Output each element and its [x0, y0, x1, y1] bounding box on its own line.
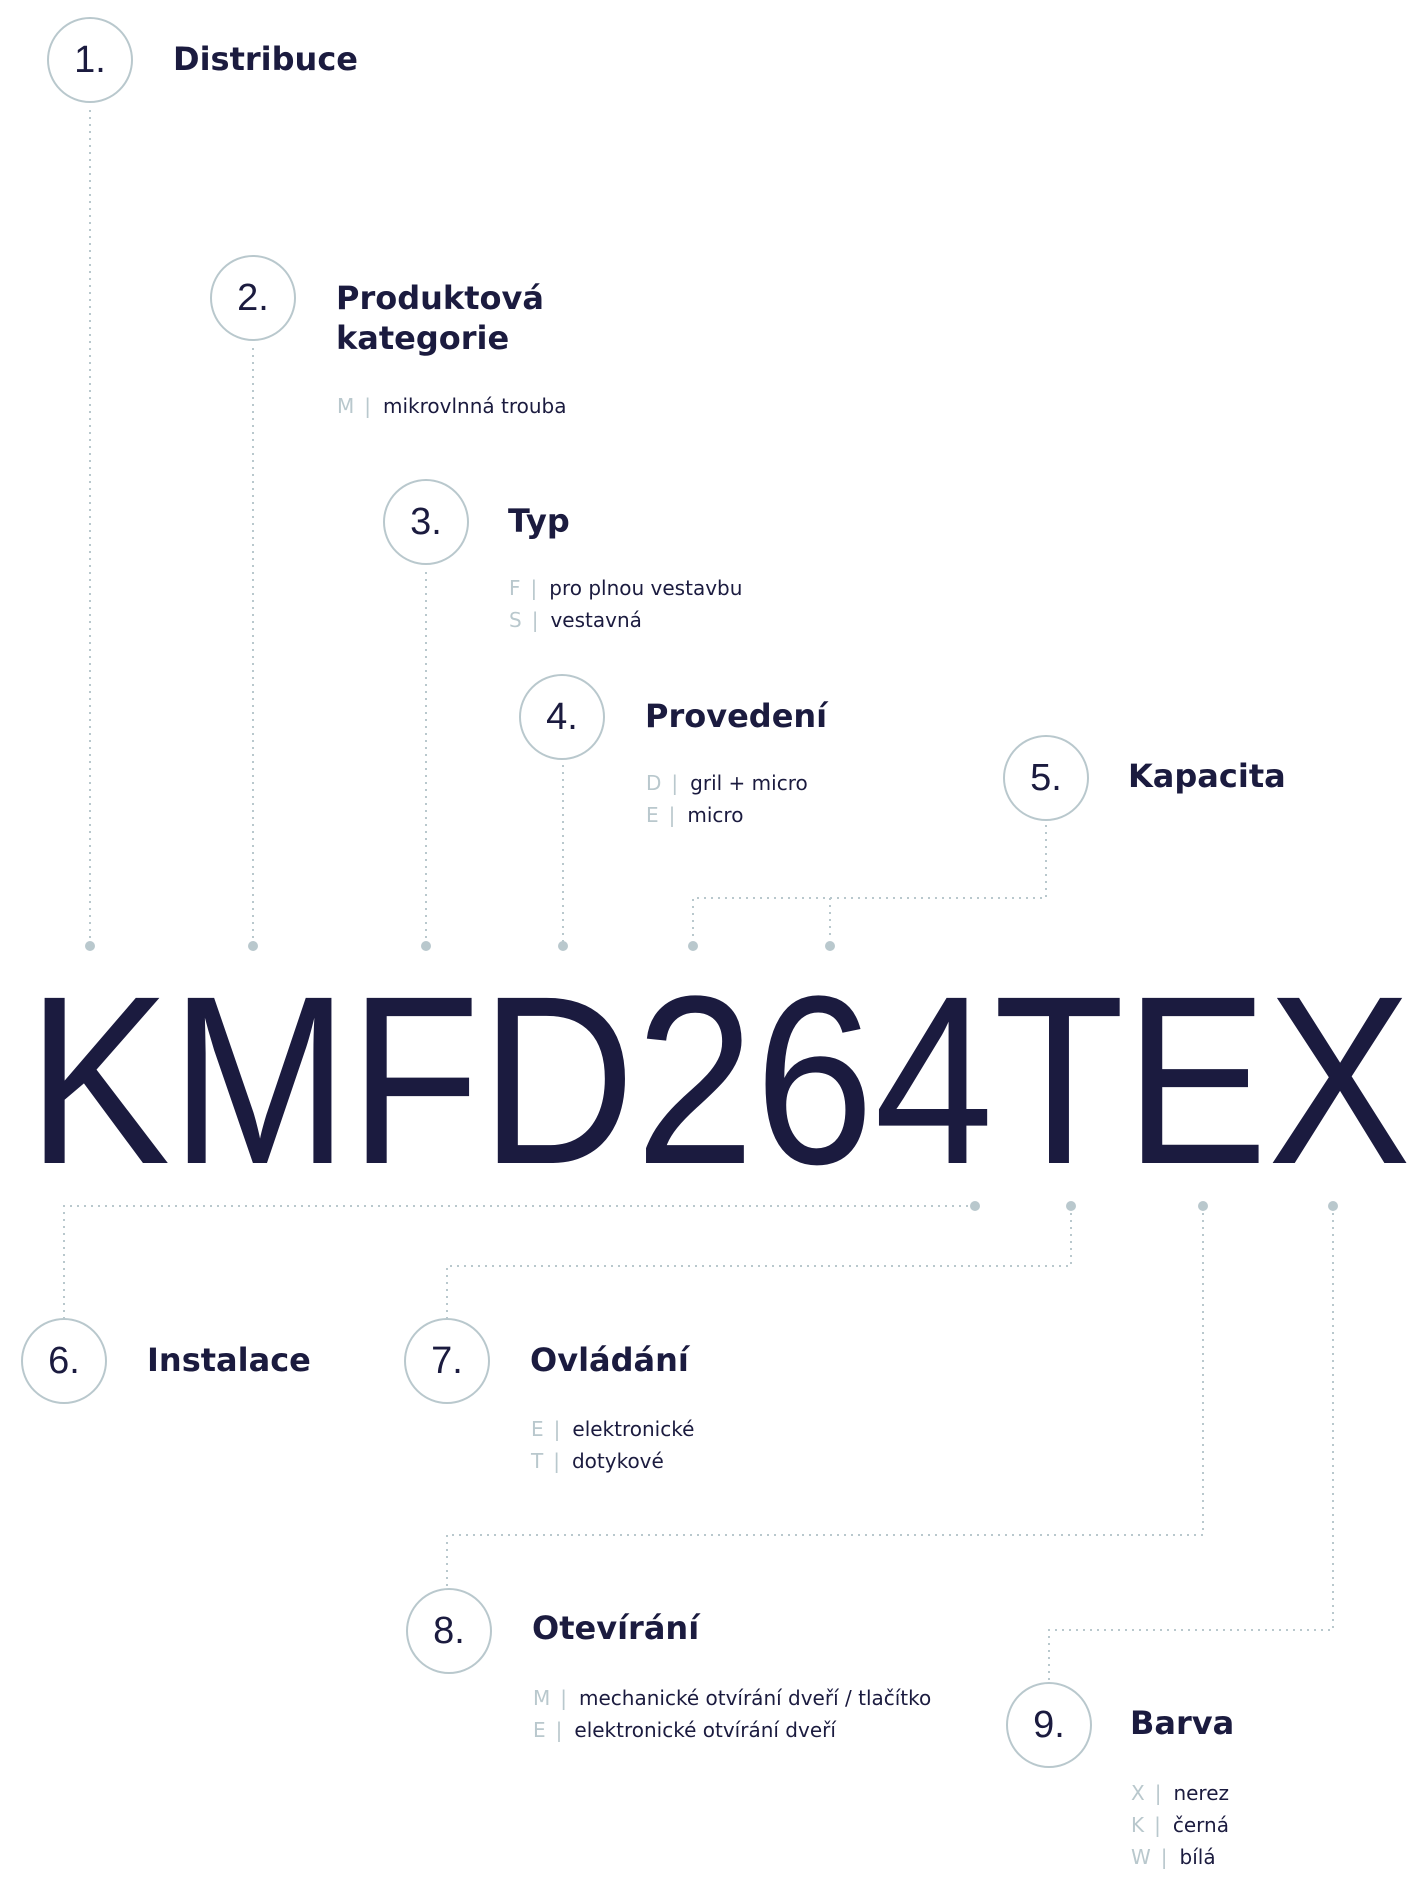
connector-dot: [1328, 1201, 1338, 1211]
option-item: E | elektronické: [531, 1413, 694, 1445]
section-title-provedeni: Provedení: [645, 697, 828, 735]
option-label: bílá: [1179, 1845, 1216, 1869]
connector-dot: [688, 941, 698, 951]
option-label: pro plnou vestavbu: [549, 576, 743, 600]
option-code: S: [509, 608, 522, 632]
connector-dot: [1198, 1201, 1208, 1211]
separator: |: [671, 771, 679, 795]
separator: |: [1154, 1781, 1162, 1805]
connector-9: [1048, 1206, 1334, 1680]
option-code: M: [533, 1686, 551, 1710]
connector-dot: [558, 941, 568, 951]
options-provedeni: D | gril + micro E | micro: [646, 767, 808, 831]
step-number-2: 2.: [210, 255, 296, 341]
options-ovladani: E | elektronické T | dotykové: [531, 1413, 694, 1477]
option-label: černá: [1172, 1813, 1229, 1837]
option-item: F | pro plnou vestavbu: [509, 572, 742, 604]
option-code: X: [1131, 1781, 1145, 1805]
separator: |: [1160, 1845, 1168, 1869]
separator: |: [553, 1417, 561, 1441]
connector-dot: [825, 941, 835, 951]
option-label: mechanické otvírání dveří / tlačítko: [579, 1686, 932, 1710]
option-code: D: [646, 771, 662, 795]
option-code: K: [1131, 1813, 1145, 1837]
option-code: M: [337, 394, 355, 418]
connector-dot: [970, 1201, 980, 1211]
section-title-typ: Typ: [508, 502, 570, 540]
step-number-8: 8.: [406, 1588, 492, 1674]
connector-6: [63, 1205, 975, 1318]
connector-8: [446, 1206, 1204, 1588]
option-label: mikrovlnná trouba: [383, 394, 567, 418]
option-item: M | mechanické otvírání dveří / tlačítko: [533, 1682, 931, 1714]
separator: |: [530, 576, 538, 600]
option-label: gril + micro: [690, 771, 808, 795]
separator: |: [555, 1718, 563, 1742]
step-number-7: 7.: [404, 1318, 490, 1404]
separator: |: [531, 608, 539, 632]
separator: |: [560, 1686, 568, 1710]
option-label: elektronické: [572, 1417, 695, 1441]
option-code: E: [533, 1718, 546, 1742]
option-label: micro: [687, 803, 744, 827]
connector-5: [692, 825, 1047, 940]
option-label: nerez: [1173, 1781, 1230, 1805]
model-code-text: KMFD264TEX: [27, 963, 1411, 1183]
option-item: X | nerez: [1131, 1777, 1229, 1809]
connector-dot: [421, 941, 431, 951]
section-title-barva: Barva: [1130, 1704, 1235, 1742]
section-title-ovladani: Ovládání: [530, 1341, 689, 1379]
option-label: elektronické otvírání dveří: [574, 1718, 836, 1742]
option-code: T: [531, 1449, 544, 1473]
connector-dot: [248, 941, 258, 951]
section-title-instalace: Instalace: [147, 1341, 311, 1379]
option-item: D | gril + micro: [646, 767, 808, 799]
option-item: E | micro: [646, 799, 808, 831]
connector-7: [446, 1206, 1072, 1318]
option-code: E: [531, 1417, 544, 1441]
step-number-3: 3.: [383, 479, 469, 565]
option-label: dotykové: [571, 1449, 664, 1473]
separator: |: [1154, 1813, 1161, 1837]
separator: |: [668, 803, 676, 827]
option-code: F: [509, 576, 521, 600]
step-number-6: 6.: [21, 1318, 107, 1404]
connector-dot: [1066, 1201, 1076, 1211]
option-code: E: [646, 803, 659, 827]
section-title-kapacita: Kapacita: [1128, 757, 1286, 795]
separator: |: [553, 1449, 560, 1473]
step-number-4: 4.: [519, 674, 605, 760]
option-item: S | vestavná: [509, 604, 742, 636]
option-item: W | bílá: [1131, 1841, 1229, 1873]
option-item: M | mikrovlnná trouba: [337, 390, 567, 422]
option-item: K | černá: [1131, 1809, 1229, 1841]
model-code: KMFD264TEX: [27, 963, 1411, 1183]
options-typ: F | pro plnou vestavbu S | vestavná: [509, 572, 742, 636]
option-label: vestavná: [550, 608, 642, 632]
step-number-5: 5.: [1003, 735, 1089, 821]
separator: |: [364, 394, 372, 418]
section-title-oteviran: Otevírání: [532, 1609, 700, 1647]
option-item: T | dotykové: [531, 1445, 694, 1477]
option-code: W: [1131, 1845, 1151, 1869]
section-title-distribuce: Distribuce: [173, 40, 358, 78]
step-number-9: 9.: [1006, 1682, 1092, 1768]
section-title-produktova-kategorie: Produktová kategorie: [336, 279, 544, 357]
option-item: E | elektronické otvírání dveří: [533, 1714, 931, 1746]
step-number-1: 1.: [47, 17, 133, 103]
connector-dot: [85, 941, 95, 951]
options-produktova-kategorie: M | mikrovlnná trouba: [337, 390, 567, 422]
options-barva: X | nerez K | černá W | bílá: [1131, 1777, 1229, 1873]
options-oteviran: M | mechanické otvírání dveří / tlačítko E…: [533, 1682, 931, 1746]
